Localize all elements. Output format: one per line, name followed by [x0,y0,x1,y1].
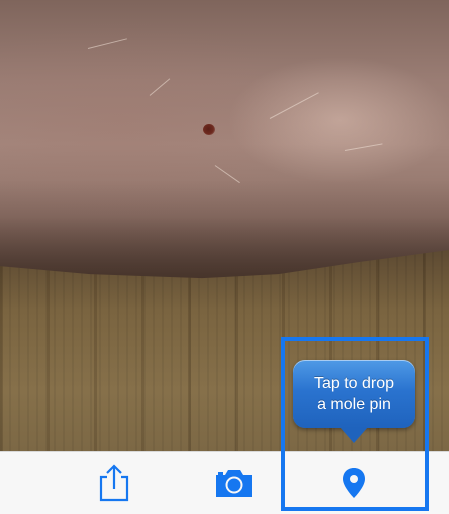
tooltip-line-2: a mole pin [317,396,391,413]
skin-hair [269,92,319,119]
camera-button[interactable] [204,452,264,514]
share-icon [99,464,129,502]
drop-pin-button[interactable] [324,452,384,514]
skin-hair [344,143,383,151]
drop-pin-tooltip: Tap to drop a mole pin [293,360,415,428]
share-button[interactable] [84,452,144,514]
map-pin-icon [343,468,365,498]
camera-icon [216,470,252,497]
tooltip-line-1: Tap to drop [313,375,395,392]
mole-spot [203,124,215,135]
skin-hair [149,78,171,96]
bottom-toolbar [0,451,449,514]
skin-hair [87,38,127,49]
tooltip-pointer [340,427,368,443]
